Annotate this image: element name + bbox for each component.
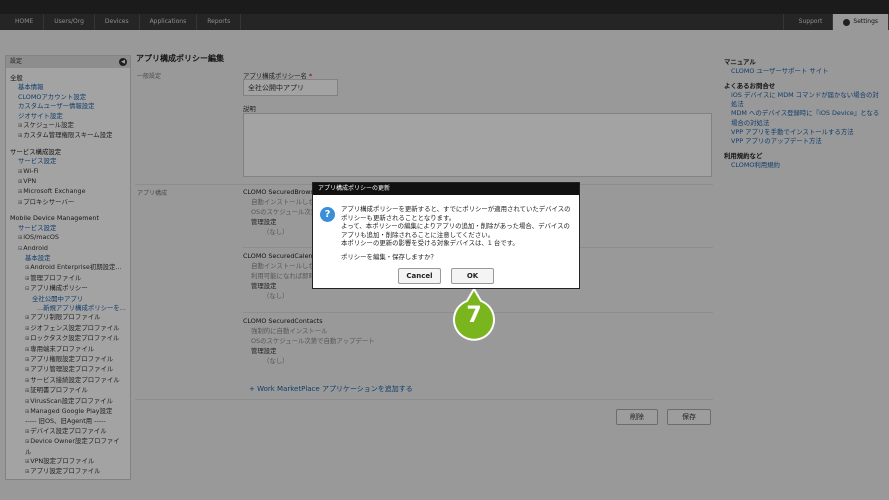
ok-button[interactable]: OK — [451, 268, 494, 284]
dialog-confirm-question: ポリシーを編集・保存しますか？ — [341, 252, 437, 261]
dialog-line: 本ポリシーの更新の影響を受ける対象デバイスは、1 台です。 — [341, 239, 519, 248]
step-number: 7 — [466, 303, 482, 328]
dialog-line: よって、本ポリシーの編集によりアプリの追加・削除があった場合、デバイスの — [341, 222, 570, 231]
update-confirm-dialog: アプリ構成ポリシーの更新 ? アプリ構成ポリシーを更新すると、すでにポリシーが適… — [312, 182, 580, 289]
step-number-badge: 7 — [453, 287, 495, 343]
dialog-line: アプリ構成ポリシーを更新すると、すでにポリシーが適用されていたデバイスの — [341, 205, 571, 213]
dialog-title: アプリ構成ポリシーの更新 — [313, 183, 579, 195]
question-icon: ? — [320, 207, 335, 222]
cancel-button[interactable]: Cancel — [398, 268, 441, 284]
dialog-line: ポリシーも更新されることとなります。 — [341, 213, 456, 222]
dialog-message: アプリ構成ポリシーを更新すると、すでにポリシーが適用されていたデバイスの ポリシ… — [341, 205, 575, 262]
